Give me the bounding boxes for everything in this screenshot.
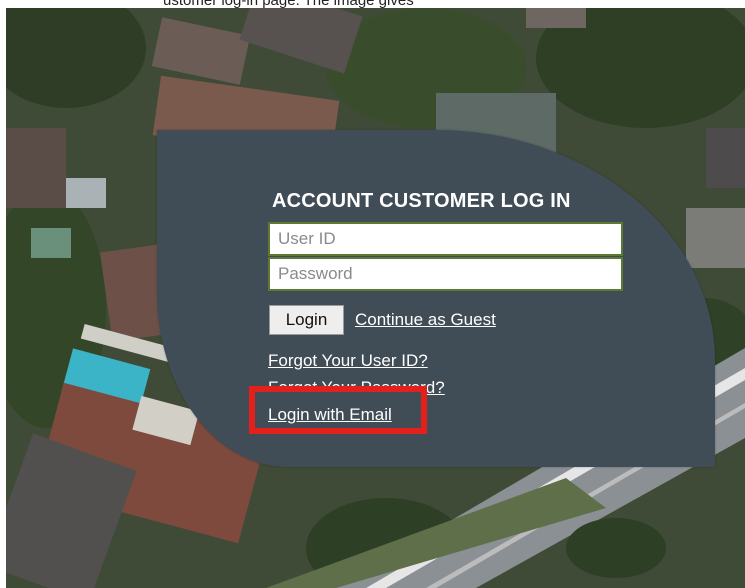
left-margin [0,0,6,588]
password-input[interactable] [268,257,623,291]
continue-as-guest-link[interactable]: Continue as Guest [355,310,496,330]
login-button[interactable]: Login [269,305,344,335]
user-id-input[interactable] [268,222,623,256]
top-strip: ustomer log-in page. The image gives [0,0,745,8]
login-with-email-link[interactable]: Login with Email [268,405,392,425]
forgot-user-id-link[interactable]: Forgot Your User ID? [268,351,428,371]
partial-heading-text: ustomer log-in page. The image gives [163,0,414,8]
login-title: ACCOUNT CUSTOMER LOG IN [272,190,571,212]
